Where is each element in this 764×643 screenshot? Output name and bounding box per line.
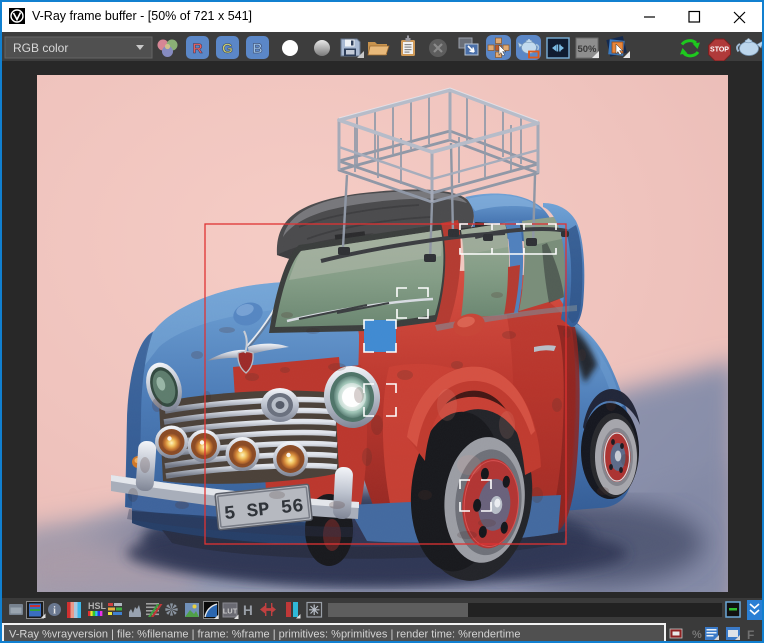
svg-text:HSL: HSL <box>88 601 107 611</box>
svg-text:LUT: LUT <box>223 607 238 616</box>
svg-text:%: % <box>692 629 702 641</box>
svg-text:R: R <box>192 40 202 56</box>
svg-text:i: i <box>53 606 56 617</box>
svg-text:STOP: STOP <box>710 47 729 54</box>
svg-text:F: F <box>747 628 754 642</box>
svg-text:V-Ray %vrayversion | file: %fi: V-Ray %vrayversion | file: %filename | f… <box>9 629 520 641</box>
svg-text:B: B <box>252 40 262 56</box>
svg-text:G: G <box>222 40 233 56</box>
svg-text:H: H <box>243 603 253 618</box>
svg-text:RGB color: RGB color <box>13 41 68 55</box>
svg-text:50%: 50% <box>577 44 597 55</box>
